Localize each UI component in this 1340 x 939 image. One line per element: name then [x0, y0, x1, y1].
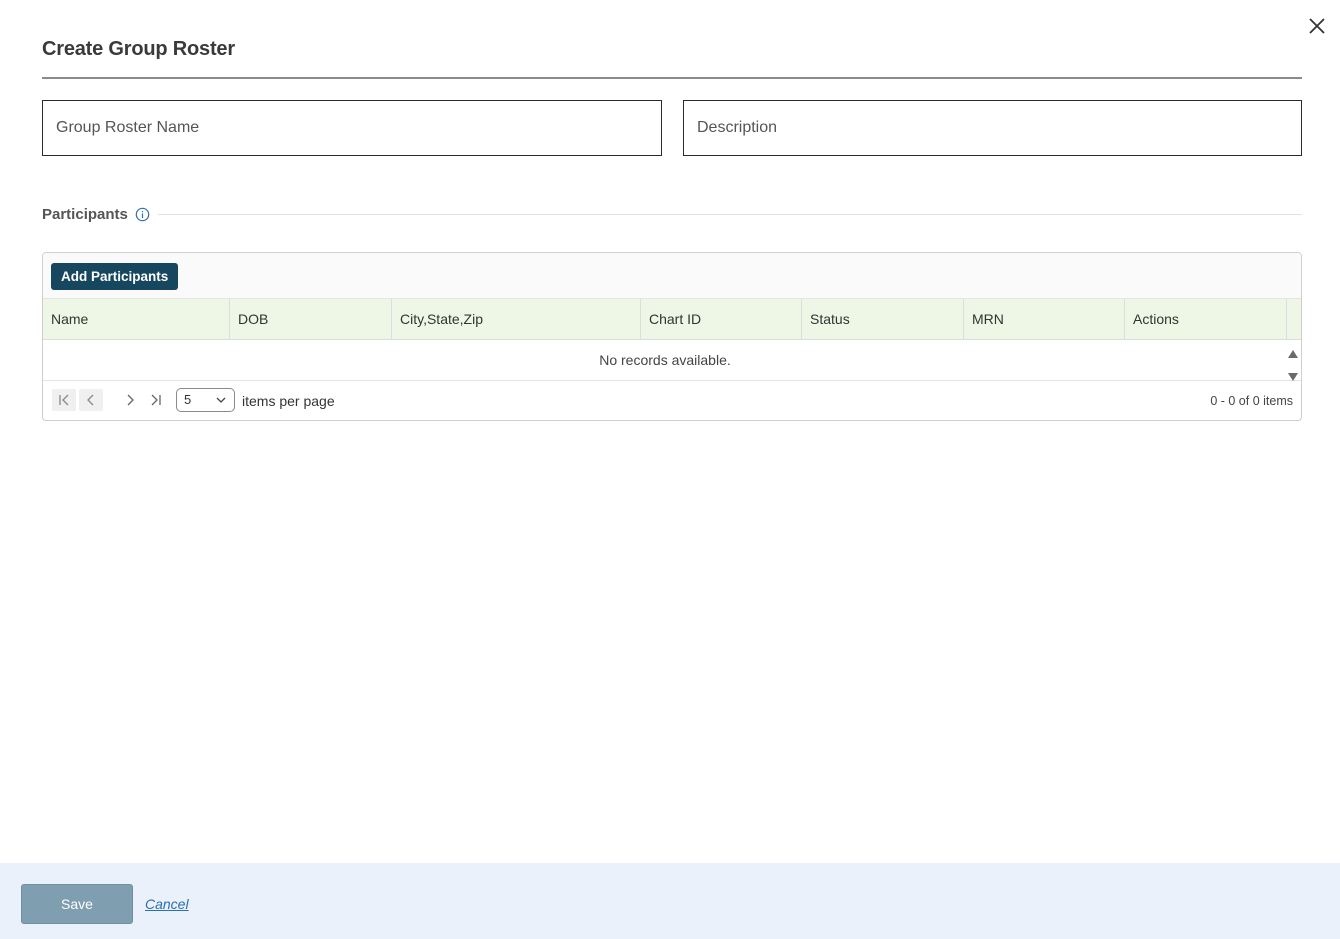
group-roster-name-input[interactable] [43, 101, 661, 155]
grid-pager: 5 items per page 0 - 0 of 0 items [43, 381, 1301, 420]
first-page-icon[interactable] [52, 389, 76, 411]
grid-body: No records available. [43, 340, 1301, 381]
scroll-down-arrow-icon[interactable] [1288, 368, 1298, 381]
page-size-select[interactable]: 5 [176, 388, 235, 412]
previous-page-icon[interactable] [79, 389, 103, 411]
chevron-down-icon [216, 397, 226, 403]
cancel-link[interactable]: Cancel [145, 896, 189, 912]
close-icon[interactable] [1305, 14, 1329, 38]
column-header-city-state-zip[interactable]: City,State,Zip [392, 299, 641, 340]
scroll-up-arrow-icon[interactable] [1288, 345, 1298, 358]
grid-header-row: Name DOB City,State,Zip Chart ID Status … [43, 299, 1301, 340]
column-header-chart-id[interactable]: Chart ID [641, 299, 802, 340]
column-header-actions: Actions [1125, 299, 1287, 340]
description-input[interactable] [684, 101, 1301, 155]
dialog-footer: Save Cancel [0, 863, 1340, 939]
participants-section-label: Participants [42, 206, 128, 223]
column-header-name[interactable]: Name [43, 299, 230, 340]
info-icon[interactable] [135, 207, 150, 222]
next-page-icon[interactable] [118, 389, 142, 411]
column-header-dob[interactable]: DOB [230, 299, 392, 340]
add-participants-button[interactable]: Add Participants [51, 263, 179, 290]
dialog-title: Create Group Roster [42, 38, 235, 60]
group-roster-name-field[interactable] [42, 100, 662, 156]
items-per-page-label: items per page [242, 393, 335, 409]
description-field[interactable] [683, 100, 1302, 156]
save-button[interactable]: Save [21, 884, 133, 924]
no-records-message: No records available. [599, 352, 731, 368]
column-header-mrn[interactable]: MRN [964, 299, 1125, 340]
column-header-status[interactable]: Status [802, 299, 964, 340]
participants-grid: Add Participants Name DOB City,State,Zip… [42, 252, 1302, 421]
grid-toolbar: Add Participants [43, 253, 1301, 299]
page-size-value: 5 [184, 392, 192, 407]
last-page-icon[interactable] [144, 389, 168, 411]
title-divider [42, 77, 1302, 79]
section-divider [158, 214, 1302, 215]
pager-info: 0 - 0 of 0 items [1210, 394, 1293, 408]
